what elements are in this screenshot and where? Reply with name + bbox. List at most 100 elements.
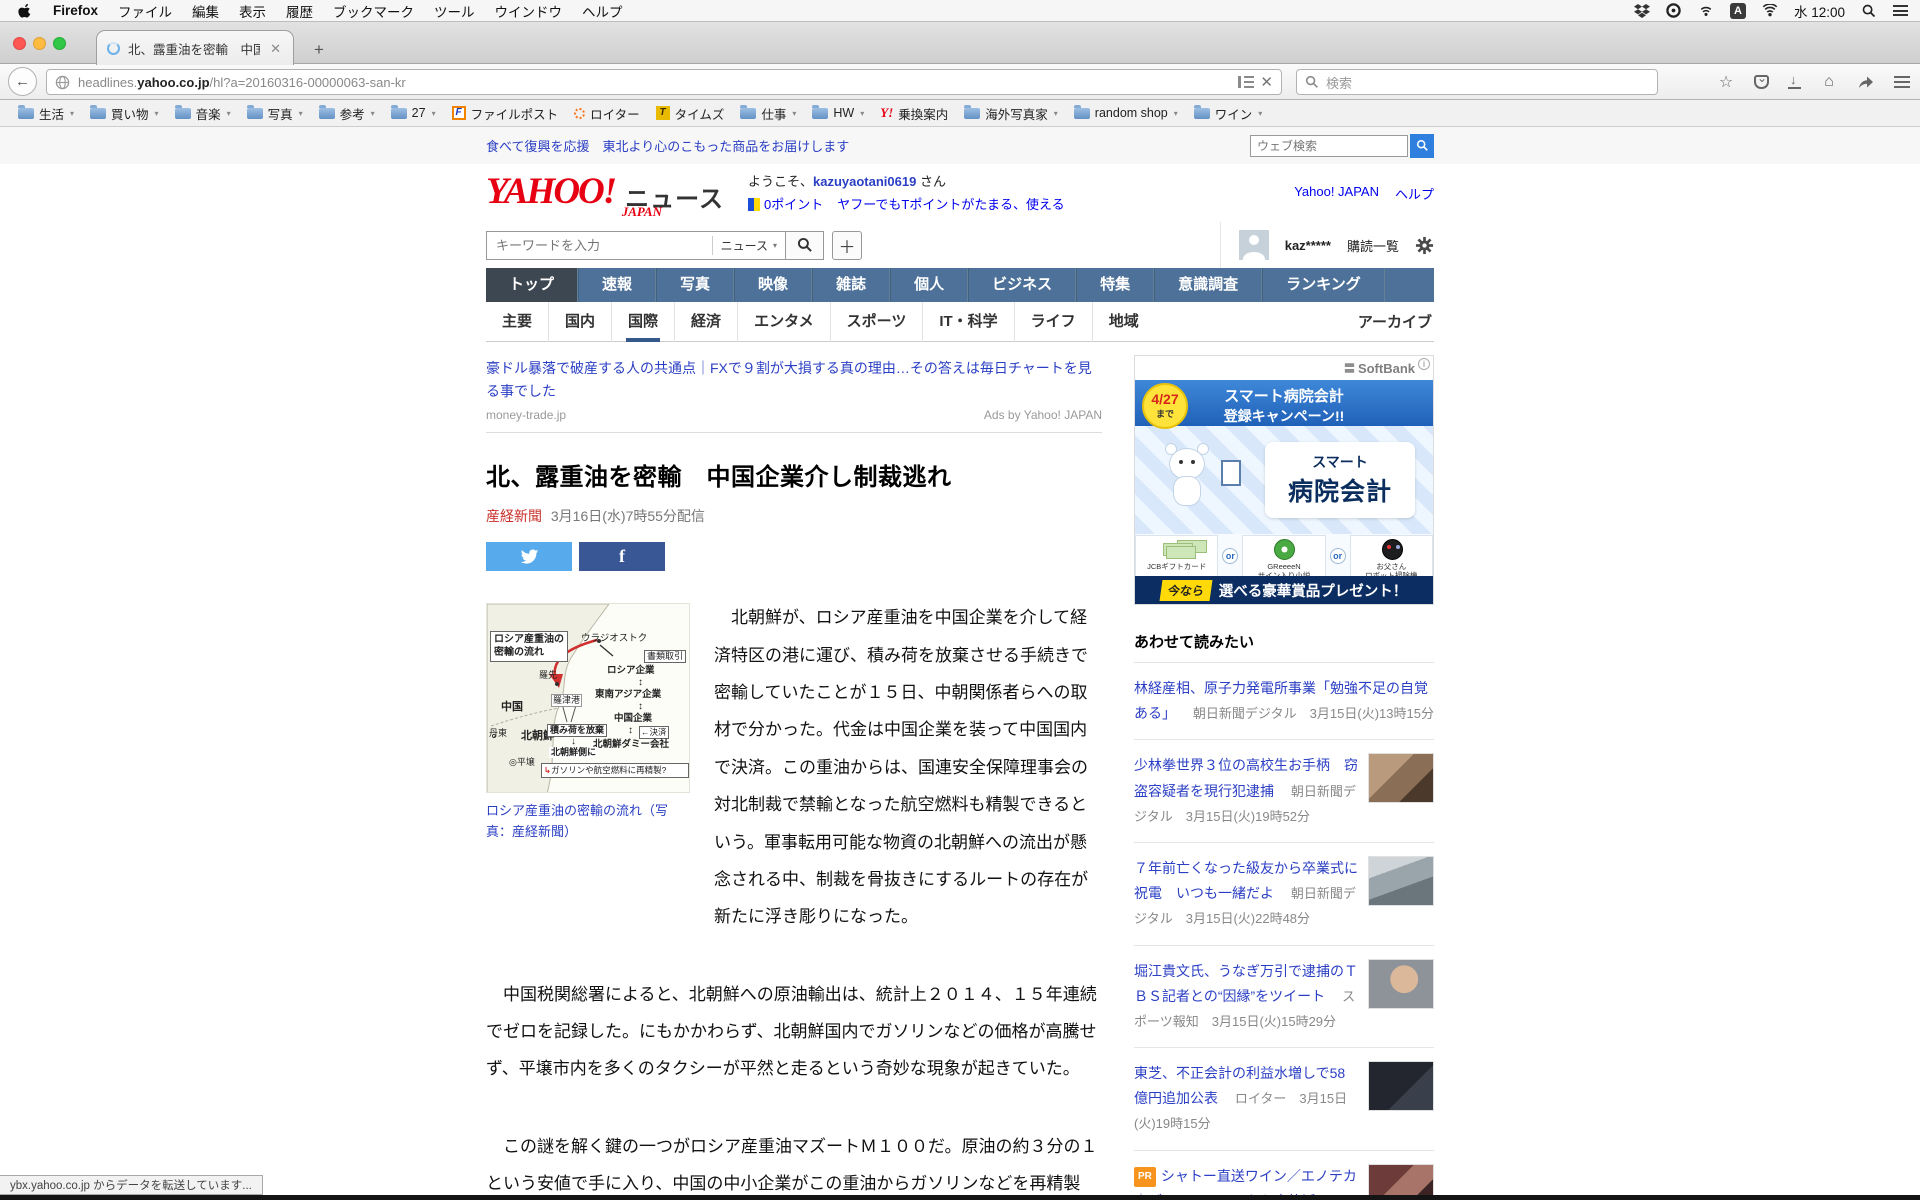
menu-help[interactable]: ヘルプ xyxy=(572,1,633,21)
nav-top[interactable]: トップ xyxy=(486,268,578,302)
related-thumbnail[interactable] xyxy=(1368,753,1434,803)
bookmark-folder-sankou[interactable]: 参考 xyxy=(311,100,383,127)
reader-mode-icon[interactable] xyxy=(1238,76,1252,88)
dropbox-icon[interactable] xyxy=(1634,3,1650,19)
bookmark-folder-wine[interactable]: ワイン xyxy=(1186,100,1271,127)
wifi-icon[interactable] xyxy=(1762,3,1778,19)
points-note-link[interactable]: ヤフーでもTポイントがたまる、使える xyxy=(837,195,1064,215)
promo-link[interactable]: 食べて復興を応援 東北より心のこもった商品をお届けします xyxy=(486,136,849,155)
username-link[interactable]: kazuyaotani0619 xyxy=(813,174,916,189)
nav-ranking[interactable]: ランキング xyxy=(1262,268,1385,302)
subnav-it-kagaku[interactable]: IT・科学 xyxy=(922,302,1013,342)
spotlight-icon[interactable] xyxy=(1861,3,1877,19)
avatar[interactable] xyxy=(1239,230,1269,260)
subnav-chiiki[interactable]: 地域 xyxy=(1092,302,1155,342)
news-search-button[interactable] xyxy=(786,231,824,260)
figure-caption-link[interactable]: ロシア産重油の密輸の流れ（写真：産経新聞） xyxy=(486,801,690,843)
bookmark-folder-27[interactable]: 27 xyxy=(383,100,444,127)
menu-file[interactable]: ファイル xyxy=(108,1,182,21)
top-ad-link[interactable]: 豪ドル暴落で破産する人の共通点｜FXで９割が大損する真の理由…その答えは毎日チャ… xyxy=(486,357,1102,403)
url-text[interactable]: headlines.yahoo.co.jp/hl?a=20160316-0000… xyxy=(78,75,1230,90)
nav-shashin[interactable]: 写真 xyxy=(656,268,734,302)
url-bar[interactable]: headlines.yahoo.co.jp/hl?a=20160316-0000… xyxy=(46,69,1282,95)
account-id[interactable]: kaz***** xyxy=(1285,238,1331,253)
subnav-shuyou[interactable]: 主要 xyxy=(486,302,548,342)
menu-tools[interactable]: ツール xyxy=(424,1,485,21)
keyboard-backlight-icon[interactable] xyxy=(1698,3,1714,19)
facebook-share-button[interactable]: f xyxy=(579,542,665,571)
menu-window[interactable]: ウインドウ xyxy=(485,1,573,21)
menu-bookmarks[interactable]: ブックマーク xyxy=(323,1,424,21)
notification-center-icon[interactable] xyxy=(1893,5,1908,16)
subnav-entame[interactable]: エンタメ xyxy=(737,302,830,342)
bookmark-folder-kaigai[interactable]: 海外写真家 xyxy=(956,100,1066,127)
bookmark-reuters[interactable]: ロイター xyxy=(566,100,648,127)
bookmark-filepost[interactable]: Fファイルポスト xyxy=(444,100,567,127)
web-search-button[interactable] xyxy=(1410,134,1434,158)
subnav-keizai[interactable]: 経済 xyxy=(674,302,737,342)
yahoo-logo[interactable]: YAHOO! JAPAN ニュース xyxy=(486,173,724,214)
twitter-share-button[interactable] xyxy=(486,542,572,571)
bookmark-folder-kaimono[interactable]: 買い物 xyxy=(82,100,167,127)
smuggling-route-map-image[interactable]: ロシア産重油の密輸の流れ ウラジオストク 書類取引 ロシア企業 ↕ 東南アジア企… xyxy=(486,603,690,793)
ad-info-icon[interactable]: i xyxy=(1418,358,1430,370)
settings-gear-icon[interactable] xyxy=(1415,236,1434,255)
bookmark-times[interactable]: Tタイムズ xyxy=(648,100,733,127)
menu-history[interactable]: 履歴 xyxy=(276,1,323,21)
archive-link[interactable]: アーカイブ xyxy=(1358,311,1434,332)
softbank-ad-banner[interactable]: 〓 SoftBank i 4/27 まで スマート病院会計 登録キャンペーン!! xyxy=(1134,355,1434,605)
bookmark-folder-shigoto[interactable]: 仕事 xyxy=(732,100,804,127)
downloads-icon[interactable] xyxy=(1788,75,1801,89)
bookmark-norikae[interactable]: Y!乗換案内 xyxy=(872,100,956,127)
home-icon[interactable]: ⌂ xyxy=(1820,73,1838,91)
nav-sokuhou[interactable]: 速報 xyxy=(578,268,656,302)
web-search-input[interactable] xyxy=(1250,135,1408,157)
menubar-app-name[interactable]: Firefox xyxy=(43,3,108,18)
yahoo-japan-link[interactable]: Yahoo! JAPAN xyxy=(1294,184,1379,203)
back-button[interactable]: ← xyxy=(8,67,37,96)
menu-hamburger-icon[interactable] xyxy=(1894,76,1910,88)
window-close-button[interactable] xyxy=(13,37,26,50)
subnav-kokunai[interactable]: 国内 xyxy=(548,302,611,342)
new-tab-button[interactable]: + xyxy=(308,39,330,60)
menu-edit[interactable]: 編集 xyxy=(182,1,229,21)
window-minimize-button[interactable] xyxy=(33,37,46,50)
bookmark-folder-ongaku[interactable]: 音楽 xyxy=(167,100,239,127)
tab-close-icon[interactable]: ✕ xyxy=(268,40,283,57)
nav-eizou[interactable]: 映像 xyxy=(734,268,812,302)
related-thumbnail[interactable] xyxy=(1368,1061,1434,1111)
related-link[interactable]: 堀江貴文氏、うなぎ万引で逮捕のＴＢＳ記者との“因縁”をツイート xyxy=(1134,963,1358,1004)
browser-tab[interactable]: 北、露重油を密輸 中国企... ✕ xyxy=(96,30,294,65)
bookmark-folder-randomshop[interactable]: random shop xyxy=(1066,100,1186,127)
bookmark-star-icon[interactable]: ☆ xyxy=(1717,73,1735,91)
subnav-life[interactable]: ライフ xyxy=(1014,302,1092,342)
menu-view[interactable]: 表示 xyxy=(229,1,276,21)
related-thumbnail[interactable] xyxy=(1368,959,1434,1009)
creative-cloud-icon[interactable] xyxy=(1666,3,1682,19)
menubar-clock[interactable]: 水 12:00 xyxy=(1794,1,1845,21)
share-icon[interactable] xyxy=(1857,73,1875,91)
help-link[interactable]: ヘルプ xyxy=(1395,184,1434,203)
nav-tokushuu[interactable]: 特集 xyxy=(1076,268,1154,302)
article-source-link[interactable]: 産経新聞 xyxy=(486,508,542,524)
input-source-icon[interactable]: A xyxy=(1730,3,1746,19)
add-search-button[interactable]: ＋ xyxy=(832,231,862,260)
bookmark-folder-shashin[interactable]: 写真 xyxy=(239,100,311,127)
bookmark-folder-seikatsu[interactable]: 生活 xyxy=(10,100,82,127)
nav-zasshi[interactable]: 雑誌 xyxy=(812,268,890,302)
related-thumbnail[interactable] xyxy=(1368,856,1434,906)
nav-kojin[interactable]: 個人 xyxy=(890,268,968,302)
nav-business[interactable]: ビジネス xyxy=(968,268,1076,302)
pocket-icon[interactable] xyxy=(1754,75,1769,89)
stop-loading-icon[interactable]: ✕ xyxy=(1260,75,1273,90)
subnav-sports[interactable]: スポーツ xyxy=(830,302,923,342)
apple-icon[interactable] xyxy=(18,3,33,18)
nav-ishikichousa[interactable]: 意識調査 xyxy=(1154,268,1262,302)
subscription-list-link[interactable]: 購読一覧 xyxy=(1347,236,1399,255)
top-ad-adsby[interactable]: Ads by Yahoo! JAPAN xyxy=(984,408,1102,422)
search-category-dropdown[interactable]: ニュース xyxy=(712,236,785,255)
subnav-kokusai[interactable]: 国際 xyxy=(611,302,674,342)
bookmark-folder-hw[interactable]: HW xyxy=(804,100,872,127)
keyword-search-input[interactable] xyxy=(496,238,712,253)
points-link[interactable]: 0ポイント xyxy=(764,195,823,215)
